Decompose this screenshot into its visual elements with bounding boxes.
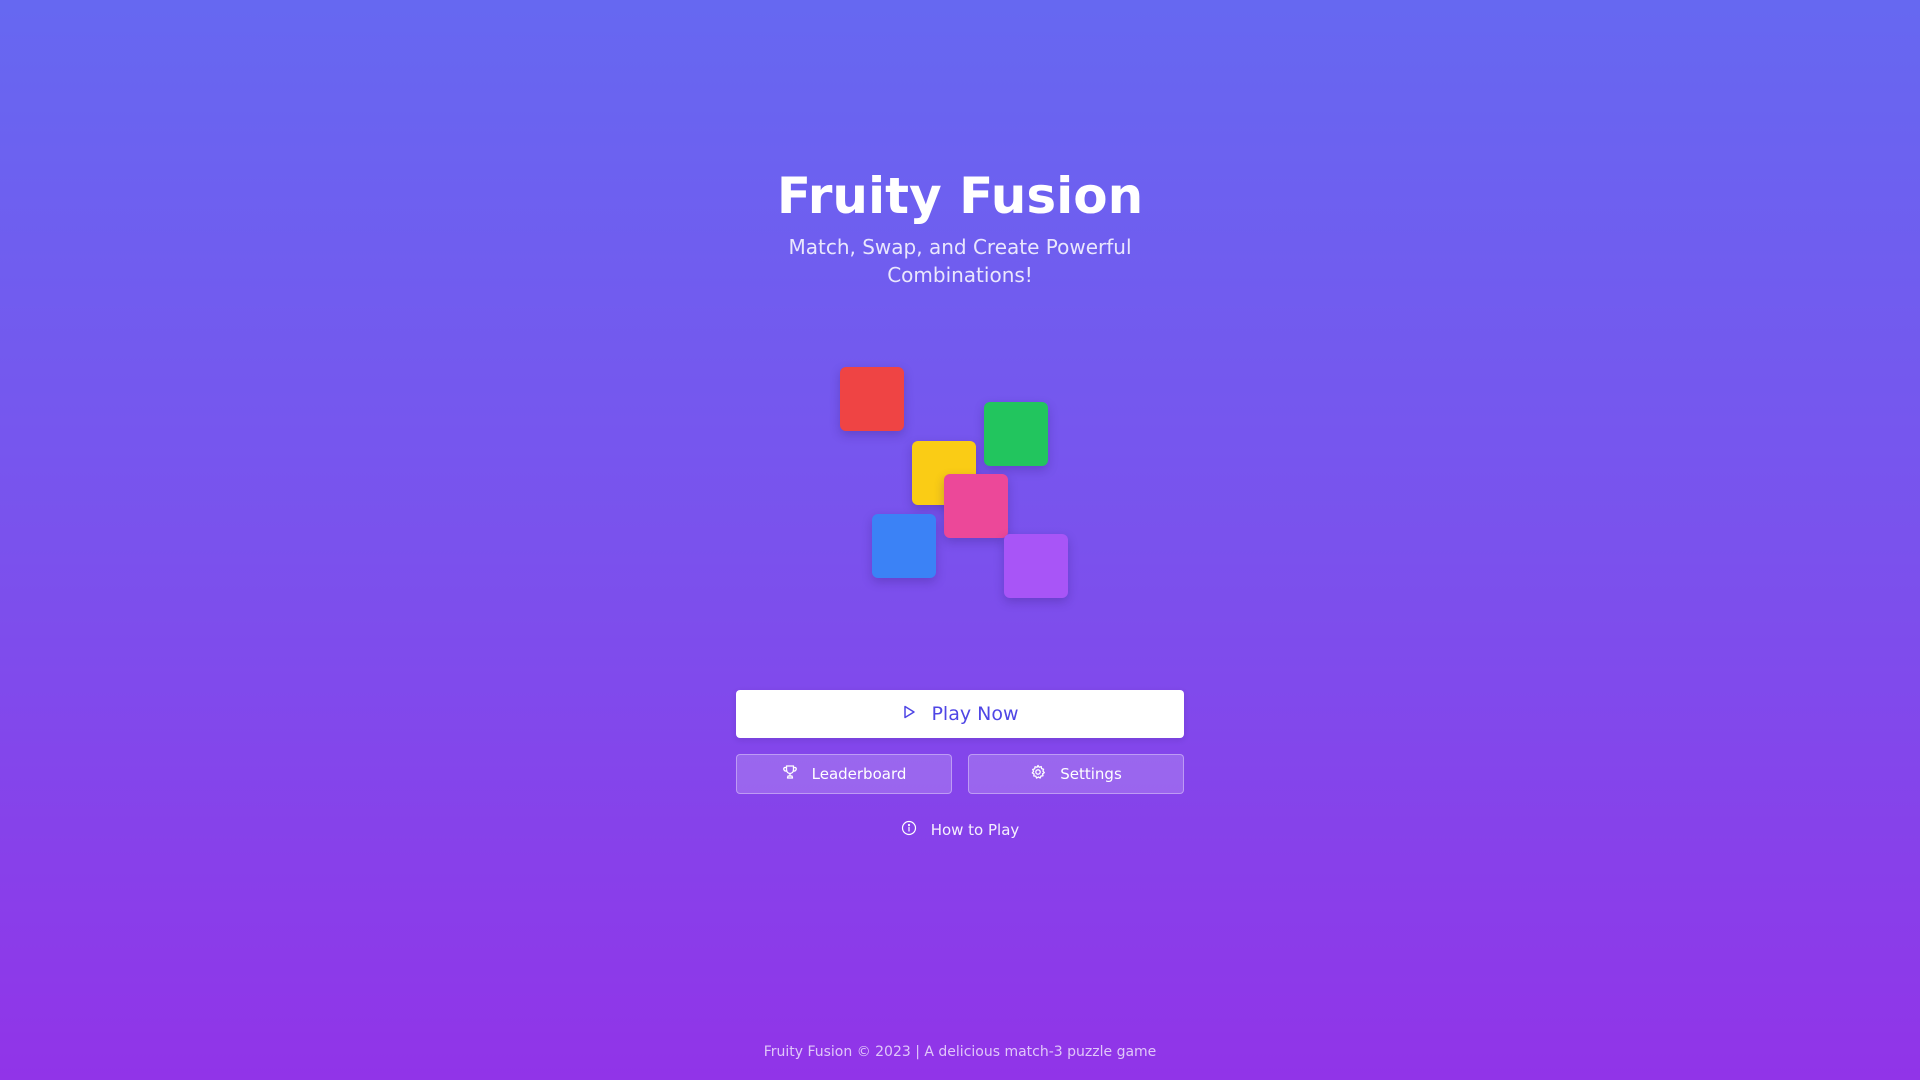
how-to-play-button[interactable]: How to Play bbox=[860, 816, 1060, 844]
pink-tile bbox=[944, 474, 1008, 538]
settings-label: Settings bbox=[1060, 765, 1122, 783]
how-to-play-label: How to Play bbox=[930, 821, 1020, 839]
play-icon bbox=[901, 703, 917, 725]
blue-tile bbox=[872, 514, 936, 578]
gear-icon bbox=[1030, 764, 1046, 784]
yellow-tile bbox=[912, 441, 976, 505]
game-subtitle: Match, Swap, and Create Powerful Combina… bbox=[788, 235, 1132, 287]
trophy-icon bbox=[782, 764, 798, 784]
game-title: Fruity Fusion bbox=[776, 167, 1144, 225]
play-now-button[interactable]: Play Now bbox=[736, 690, 1184, 738]
footer-text: Fruity Fusion © 2023 | A delicious match… bbox=[763, 1044, 1157, 1060]
red-tile bbox=[840, 367, 904, 431]
tile-illustration bbox=[0, 0, 1920, 1080]
title-block: Fruity Fusion Match, Swap, and Create Po… bbox=[0, 165, 1920, 289]
purple-tile bbox=[1004, 534, 1068, 598]
info-icon bbox=[901, 820, 917, 840]
leaderboard-label: Leaderboard bbox=[811, 765, 907, 783]
green-tile bbox=[984, 402, 1048, 466]
leaderboard-button[interactable]: Leaderboard bbox=[736, 754, 952, 794]
settings-button[interactable]: Settings bbox=[968, 754, 1184, 794]
play-now-label: Play Now bbox=[931, 703, 1019, 725]
